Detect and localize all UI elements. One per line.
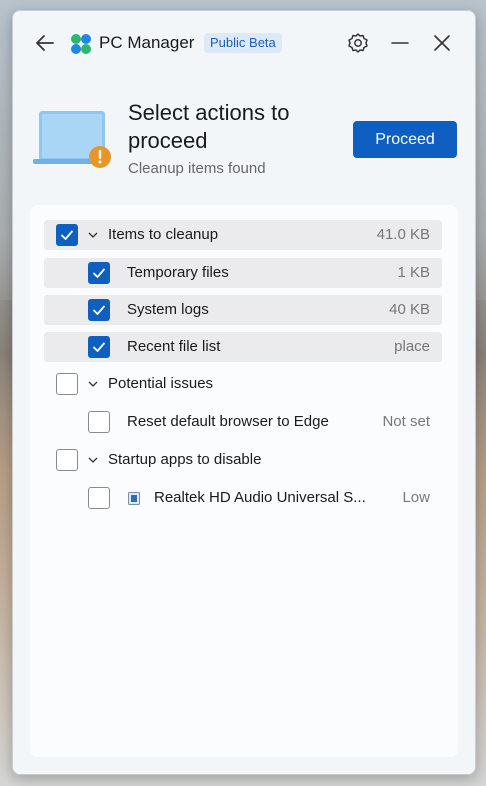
group-checkbox[interactable] [56,449,78,471]
group-checkbox[interactable] [56,373,78,395]
minimize-icon[interactable] [388,31,412,55]
group-label: Items to cleanup [108,226,219,243]
group-size: 41.0 KB [376,226,430,243]
item-checkbox[interactable] [88,262,110,284]
app-icon [128,492,140,505]
item-row-recent-file-list[interactable]: Recent file list place [44,332,442,362]
laptop-warning-illustration [33,109,113,171]
proceed-button[interactable]: Proceed [353,121,457,158]
chevron-down-icon[interactable] [88,230,98,240]
item-label: System logs [127,301,209,318]
item-checkbox[interactable] [88,299,110,321]
group-row-startup-apps[interactable]: Startup apps to disable [44,445,442,475]
item-size: 1 KB [397,264,430,281]
item-checkbox[interactable] [88,336,110,358]
item-label: Recent file list [127,338,221,355]
page-subtitle: Cleanup items found [128,160,266,177]
public-beta-badge: Public Beta [204,33,282,53]
item-checkbox[interactable] [88,411,110,433]
app-window: PC Manager Public Beta Select actions to… [12,10,476,775]
item-checkbox[interactable] [88,487,110,509]
group-label: Potential issues [108,375,214,392]
app-name: PC Manager [99,33,195,52]
back-arrow-icon[interactable] [33,31,57,55]
page-title: Select actions to proceed [128,100,290,153]
item-impact: Low [402,489,430,506]
item-label: Temporary files [127,264,229,281]
item-row-temporary-files[interactable]: Temporary files 1 KB [44,258,442,288]
item-size: place [394,338,430,355]
chevron-down-icon[interactable] [88,455,98,465]
close-icon[interactable] [430,31,454,55]
item-label: Realtek HD Audio Universal S... [154,489,366,506]
chevron-down-icon[interactable] [88,379,98,389]
group-label: Startup apps to disable [108,451,262,468]
pc-manager-logo-icon [69,32,93,56]
item-row-realtek-audio[interactable]: Realtek HD Audio Universal S... Low [44,483,442,513]
cleanup-panel: Items to cleanup 41.0 KB Temporary files… [30,205,458,757]
item-status: Not set [382,413,430,430]
group-row-potential-issues[interactable]: Potential issues [44,369,442,399]
title-bar: PC Manager Public Beta [13,11,475,75]
group-checkbox[interactable] [56,224,78,246]
item-label: Reset default browser to Edge [127,413,329,430]
item-row-system-logs[interactable]: System logs 40 KB [44,295,442,325]
settings-gear-icon[interactable] [346,31,370,55]
item-row-reset-browser[interactable]: Reset default browser to Edge Not set [44,407,442,437]
item-size: 40 KB [389,301,430,318]
group-row-items-to-cleanup[interactable]: Items to cleanup 41.0 KB [44,220,442,250]
